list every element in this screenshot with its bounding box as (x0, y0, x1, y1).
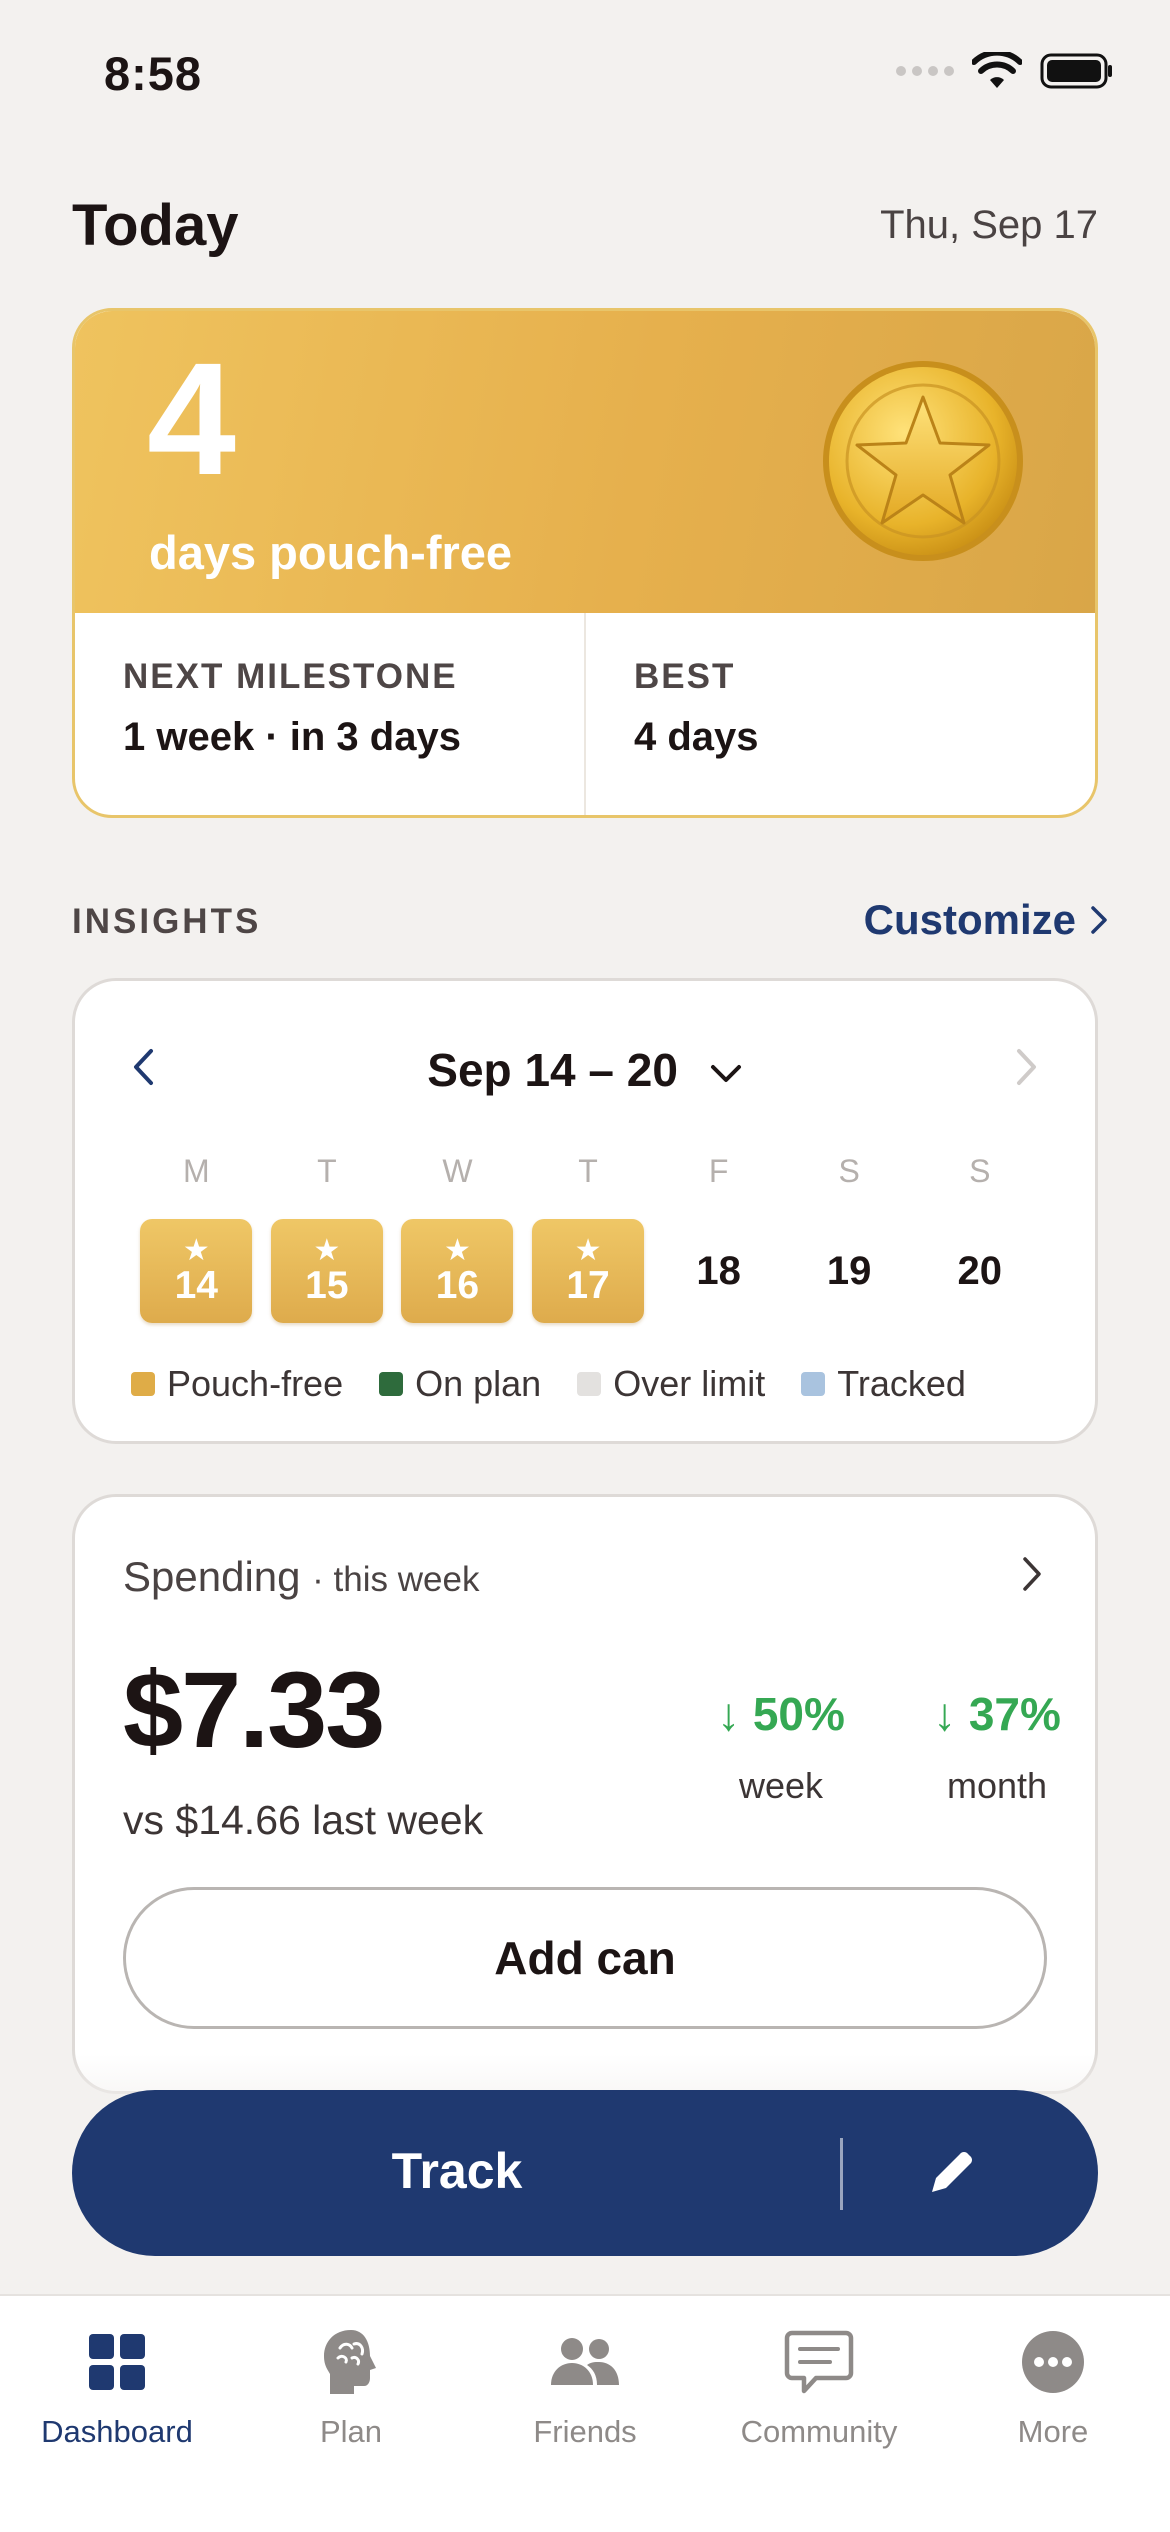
tab-community[interactable]: Community (702, 2296, 936, 2532)
day-pouch-free-badge[interactable]: ★ 14 (140, 1219, 253, 1323)
tab-label: Dashboard (41, 2414, 193, 2449)
more-icon (1022, 2331, 1084, 2393)
week-change-value: ↓ 50% (717, 1688, 845, 1740)
brain-icon (324, 2330, 376, 2394)
spending-amount: $7.33 (123, 1649, 385, 1770)
week-change-label: week (738, 1765, 824, 1806)
month-change-stat: ↓ 37% month (907, 1687, 1087, 1807)
week-range-selector[interactable]: Sep 14 – 20 (75, 1043, 1095, 1097)
day-number[interactable]: 20 (958, 1219, 1003, 1323)
weekday-letters: M T W T F S S (131, 1153, 1045, 1190)
legend-item-tracked: Tracked (801, 1363, 966, 1405)
status-time: 8:58 (104, 47, 203, 100)
best-streak: BEST 4 days (584, 613, 1095, 815)
legend-label: On plan (415, 1363, 542, 1404)
weekday-letter: T (317, 1153, 337, 1189)
legend-swatch (801, 1372, 826, 1396)
chat-icon (784, 2330, 854, 2394)
battery-icon (1040, 53, 1112, 89)
week-range-label: Sep 14 – 20 (427, 1044, 678, 1096)
spending-header: Spending · this week (123, 1553, 479, 1601)
week-navigator: Sep 14 – 20 (75, 1037, 1095, 1101)
week-days: ★ 14 ★ 15 ★ 16 ★ 17 18 19 20 (131, 1219, 1045, 1323)
dashboard-icon (89, 2334, 145, 2390)
best-streak-value: 4 days (634, 715, 759, 759)
tab-label: Plan (319, 2414, 383, 2449)
star-icon: ★ (574, 1233, 602, 1267)
day-number: 16 (435, 1263, 480, 1307)
streak-count: 4 (147, 329, 236, 508)
week-change-stat: ↓ 50% week (691, 1687, 871, 1807)
legend-swatch (379, 1372, 404, 1396)
page-title: Today (72, 193, 239, 258)
day-number[interactable]: 19 (827, 1219, 872, 1323)
chevron-down-icon (710, 1064, 741, 1082)
weekday-letter: F (708, 1153, 729, 1189)
weekday-letter: S (838, 1153, 860, 1189)
add-can-button[interactable]: Add can (123, 1887, 1047, 2029)
chevron-right-icon[interactable] (1021, 1555, 1043, 1593)
star-icon: ★ (313, 1233, 341, 1267)
gold-medal-icon (823, 361, 1023, 561)
streak-card[interactable]: 4 days pouch-free NEXT MILESTONE 1 week … (72, 308, 1098, 818)
spending-title: Spending (123, 1553, 301, 1600)
tab-friends[interactable]: Friends (468, 2296, 702, 2532)
tab-dashboard[interactable]: Dashboard (0, 2296, 234, 2532)
current-date: Thu, Sep 17 (880, 203, 1098, 247)
day-pouch-free-badge[interactable]: ★ 15 (270, 1219, 383, 1323)
track-divider (840, 2138, 843, 2210)
tab-label: Community (740, 2414, 898, 2449)
next-week-icon[interactable] (1015, 1047, 1039, 1087)
legend-item-on-plan: On plan (379, 1363, 541, 1405)
customize-link[interactable]: Customize (864, 896, 1108, 944)
calendar-legend: Pouch-free On plan Over limit Tracked (131, 1363, 966, 1405)
star-icon: ★ (443, 1233, 471, 1267)
legend-item-pouch-free: Pouch-free (131, 1363, 343, 1405)
month-change-label: month (946, 1765, 1048, 1806)
next-milestone-value: 1 week · in 3 days (123, 715, 461, 759)
legend-item-over-limit: Over limit (577, 1363, 765, 1405)
track-label: Track (391, 2143, 523, 2199)
spending-comparison: vs $14.66 last week (123, 1797, 484, 1843)
pencil-icon[interactable] (918, 2140, 984, 2206)
tab-more[interactable]: More (936, 2296, 1170, 2532)
legend-label: Over limit (613, 1363, 766, 1404)
friends-icon (551, 2338, 619, 2385)
best-streak-label: BEST (634, 657, 736, 696)
legend-label: Pouch-free (167, 1363, 344, 1404)
legend-label: Tracked (837, 1363, 966, 1404)
tab-bar: Dashboard Plan Friends Community More (0, 2294, 1170, 2532)
customize-label: Customize (863, 896, 1076, 943)
streak-label: days pouch-free (149, 526, 513, 579)
insights-card: Sep 14 – 20 M T W T F S S ★ 14 ★ 15 ★ 16… (72, 978, 1098, 1444)
cellular-signal-icon (896, 66, 954, 76)
day-pouch-free-badge[interactable]: ★ 16 (401, 1219, 514, 1323)
streak-banner: 4 days pouch-free (75, 311, 1095, 613)
status-icons (896, 52, 1114, 90)
month-change-value: ↓ 37% (933, 1688, 1061, 1740)
weekday-letter: M (182, 1153, 210, 1189)
weekday-letter: T (578, 1153, 598, 1189)
tab-plan[interactable]: Plan (234, 2296, 468, 2532)
next-milestone-label: NEXT MILESTONE (123, 657, 458, 696)
legend-swatch (577, 1372, 602, 1396)
legend-swatch (131, 1372, 155, 1396)
wifi-icon (972, 52, 1022, 88)
next-milestone: NEXT MILESTONE 1 week · in 3 days (75, 613, 584, 815)
day-number: 17 (566, 1263, 610, 1307)
track-button[interactable]: Track (72, 2090, 1098, 2256)
weekday-letter: W (442, 1153, 473, 1189)
tab-label: More (1017, 2414, 1089, 2449)
day-number: 14 (174, 1263, 218, 1307)
day-pouch-free-badge[interactable]: ★ 17 (532, 1219, 645, 1323)
weekday-letter: S (969, 1153, 991, 1189)
day-number: 15 (305, 1263, 349, 1307)
spending-period: · this week (312, 1560, 480, 1599)
chevron-right-icon (1091, 906, 1107, 934)
star-icon: ★ (182, 1233, 210, 1267)
tab-label: Friends (533, 2414, 637, 2449)
spending-card[interactable]: Spending · this week $7.33 vs $14.66 las… (72, 1494, 1098, 2094)
insights-section-label: INSIGHTS (72, 902, 262, 941)
day-number[interactable]: 18 (696, 1219, 741, 1323)
